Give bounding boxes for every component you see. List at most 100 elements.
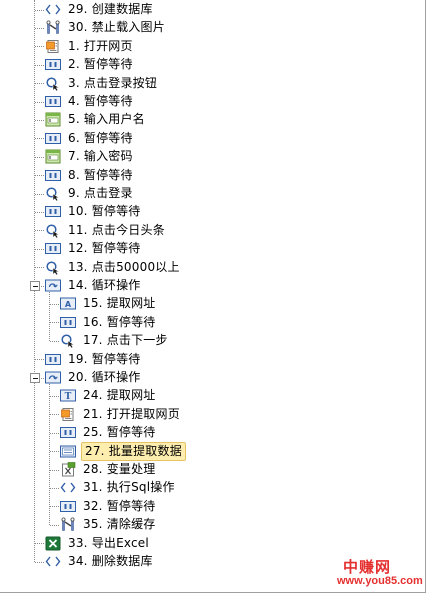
click-icon (60, 333, 76, 349)
tree-item-label: 31. 执行Sql操作 (83, 480, 175, 495)
tree-item-label: 28. 变量处理 (83, 462, 156, 476)
tree-item-label: 30. 禁止载入图片 (68, 20, 165, 35)
tree-branch-line (35, 193, 44, 195)
tree-item-label: 29. 创建数据库 (68, 2, 153, 16)
code-brackets-icon (60, 480, 76, 495)
tree-item-label: 25. 暂停等待 (83, 425, 156, 440)
tree-branch-line (50, 322, 59, 324)
tree-branch-line (35, 9, 44, 11)
tree-item-label: 14. 循环操作 (68, 278, 141, 292)
code-brackets-icon (45, 554, 61, 569)
tree-item-label: 35. 清除缓存 (83, 517, 156, 532)
tool-icon (60, 517, 76, 532)
tree-item-label: 17. 点击下一步 (83, 333, 168, 348)
pause-icon (45, 168, 61, 183)
tree-item-label: 20. 循环操作 (68, 370, 141, 384)
tree-branch-line (35, 175, 44, 177)
tree-item-label: 11. 点击今日头条 (68, 222, 165, 237)
click-icon (45, 223, 61, 239)
tree-item-label: 21. 打开提取网页 (83, 406, 180, 421)
tree-item-label: 16. 暂停等待 (83, 314, 156, 329)
tree-item-label: 9. 点击登录 (68, 186, 133, 200)
tree-branch-line (35, 230, 44, 232)
tree-branch-line (50, 303, 59, 305)
tree-branch-line (35, 359, 44, 361)
pause-icon (45, 204, 61, 219)
collapse-toggle[interactable] (30, 281, 40, 291)
task-tree-panel: 29. 创建数据库 30. 禁止载入图片 1. 打开网页 2. 暂停等待 3. 点击登录… (0, 0, 426, 593)
pause-icon (45, 241, 61, 256)
svg-text:A: A (65, 300, 72, 309)
tree-item-label: 19. 暂停等待 (68, 351, 141, 366)
pause-icon (60, 315, 76, 330)
loop-icon (45, 370, 61, 385)
tree-item-label: 4. 暂停等待 (68, 94, 133, 108)
tree-item-label: 24. 提取网址 (83, 388, 156, 403)
collapse-toggle[interactable] (30, 373, 40, 383)
minus-icon (33, 286, 38, 287)
watermark-url: www.you85.com (337, 575, 423, 587)
tree-item-label: 3. 点击登录按钮 (68, 75, 158, 90)
watermark-name: 中赚网 (343, 558, 392, 576)
tree-item-label: 34. 删除数据库 (68, 554, 153, 568)
tree-branch-line (50, 506, 59, 508)
tree-item-label: 32. 暂停等待 (83, 498, 156, 513)
tree-item-label: 8. 暂停等待 (68, 167, 133, 182)
tree-branch-line (35, 83, 44, 85)
extract-url-icon: A (60, 296, 76, 311)
batch-extract-icon (60, 444, 76, 459)
input-icon (45, 112, 61, 127)
code-brackets-icon (45, 2, 61, 17)
tree-branch-line (35, 64, 44, 66)
tree-branch-line (35, 156, 44, 158)
excel-icon (45, 536, 61, 551)
tree-branch-line (35, 119, 44, 121)
task-tree: 29. 创建数据库 30. 禁止载入图片 1. 打开网页 2. 暂停等待 3. 点击登录… (0, 0, 425, 592)
tree-branch-line (50, 414, 59, 416)
pause-icon (45, 94, 61, 109)
tree-item-label: 12. 暂停等待 (68, 241, 141, 256)
click-icon (45, 186, 61, 202)
tree-branch-line (35, 27, 44, 29)
minus-icon (33, 378, 38, 379)
tree-item-label: 6. 暂停等待 (68, 130, 133, 145)
tree-branch-line (50, 469, 59, 471)
tree-branch-line (35, 561, 44, 563)
loop-icon (45, 278, 61, 293)
tree-branch-line (35, 46, 44, 48)
svg-text:T: T (65, 392, 72, 402)
tree-item-label: 10. 暂停等待 (68, 204, 141, 219)
tree-branch-line (35, 211, 44, 213)
click-icon (45, 260, 61, 275)
extract-text-icon: T (60, 388, 76, 403)
tree-branch-line (35, 248, 44, 250)
tool-icon (45, 20, 61, 35)
tree-branch-line (50, 451, 59, 453)
tree-child-connector-line (49, 383, 50, 525)
tree-item-label: 5. 输入用户名 (68, 112, 145, 127)
tree-branch-line (50, 395, 59, 397)
tree-branch-line (35, 101, 44, 103)
pause-icon (45, 57, 61, 72)
pause-icon (60, 499, 76, 514)
pause-icon (45, 352, 61, 367)
tree-branch-line (50, 432, 59, 434)
input-icon (45, 149, 61, 164)
open-page-icon (45, 39, 61, 54)
tree-branch-line (35, 138, 44, 140)
tree-branch-line (35, 543, 44, 545)
tree-item-label: 15. 提取网址 (83, 296, 156, 311)
variable-icon (60, 462, 76, 477)
tree-branch-line (50, 487, 59, 489)
tree-item-label: 7. 输入密码 (68, 149, 133, 164)
pause-icon (60, 425, 76, 440)
watermark: 中赚网 www.you85.com (337, 556, 423, 590)
pause-icon (45, 131, 61, 146)
click-icon (45, 76, 61, 91)
tree-item-label: 27. 批量提取数据 (81, 441, 186, 461)
open-page-icon (60, 407, 76, 422)
tree-branch-line (35, 267, 44, 269)
tree-item-label: 33. 导出Excel (68, 535, 149, 550)
tree-branch-line (50, 340, 59, 342)
tree-branch-line (50, 524, 59, 526)
